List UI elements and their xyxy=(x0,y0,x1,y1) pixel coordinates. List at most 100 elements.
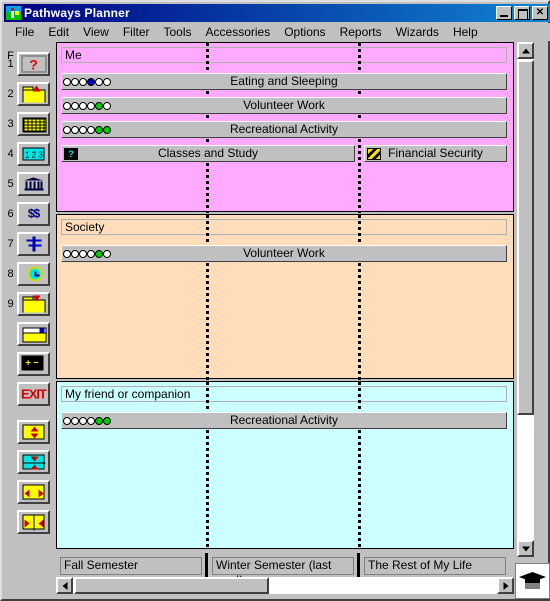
vertical-scrollbar[interactable] xyxy=(517,42,534,557)
expand-vertical-button[interactable] xyxy=(4,418,56,446)
band-title-me[interactable]: Me xyxy=(61,47,507,63)
menu-item-tools[interactable]: Tools xyxy=(157,24,199,40)
menu-item-reports[interactable]: Reports xyxy=(333,24,389,40)
dot xyxy=(103,77,111,86)
band-my-friend-or-companion: My friend or companion Recreational Acti… xyxy=(56,381,514,550)
filter-button[interactable]: 7 xyxy=(4,230,56,258)
menu-item-edit[interactable]: Edit xyxy=(41,24,76,40)
task-bar-label: Recreational Activity xyxy=(229,122,339,136)
contract-vertical-icon[interactable] xyxy=(17,450,50,474)
task-bar-volunteer-work[interactable]: Volunteer Work xyxy=(61,245,507,262)
clock-icon[interactable] xyxy=(17,262,50,286)
task-bar-label: Volunteer Work xyxy=(243,98,325,112)
toolbar-key-1: 1 xyxy=(7,58,14,70)
menu-item-accessories[interactable]: Accessories xyxy=(199,24,278,40)
progress-dots xyxy=(63,416,111,425)
application-window: Pathways Planner ✕ File Edit View Filter… xyxy=(0,0,550,601)
help-question-button[interactable]: 1 ? xyxy=(4,50,56,78)
exit-button[interactable]: EXIT xyxy=(4,380,56,408)
horizontal-scrollbar[interactable] xyxy=(56,577,514,594)
contract-vertical-button[interactable] xyxy=(4,448,56,476)
dot xyxy=(63,77,71,86)
numbered-list-icon[interactable]: 1 2 3 xyxy=(17,142,50,166)
column-header-winter-semester[interactable]: Winter Semester (last one!) xyxy=(212,557,354,587)
menu-item-options[interactable]: Options xyxy=(277,24,332,40)
folder-up-icon[interactable] xyxy=(17,82,50,106)
toolbar-key-2: 2 xyxy=(7,88,14,100)
minimize-button[interactable] xyxy=(496,6,512,20)
maximize-button[interactable] xyxy=(514,6,530,20)
toolbar-key-9: 9 xyxy=(7,298,14,310)
expand-vertical-icon[interactable] xyxy=(17,420,50,444)
schedule-button[interactable]: 8 xyxy=(4,260,56,288)
filter-icon[interactable] xyxy=(17,232,50,256)
band-me: Me Eating and Sleeping Volunteer Work Re… xyxy=(56,42,514,213)
task-bar-recreational-activity[interactable]: Recreational Activity xyxy=(61,121,507,138)
task-bar-recreational-activity[interactable]: Recreational Activity xyxy=(61,412,507,429)
menu-item-wizards[interactable]: Wizards xyxy=(389,24,446,40)
bank-button[interactable]: 5 xyxy=(4,170,56,198)
menu-item-file[interactable]: File xyxy=(8,24,41,40)
grid-table-icon[interactable] xyxy=(17,112,50,136)
graduation-cap-icon[interactable] xyxy=(515,563,550,599)
note-card-icon[interactable] xyxy=(17,322,50,346)
column-header-fall-semester[interactable]: Fall Semester xyxy=(60,557,202,575)
dot xyxy=(71,125,79,134)
calculator-icon[interactable]: + −× ÷ xyxy=(17,352,50,376)
question-badge-icon: ? xyxy=(64,147,78,160)
folder-down-icon[interactable] xyxy=(17,292,50,316)
chevron-left-icon xyxy=(62,581,67,590)
dot xyxy=(63,249,71,258)
scroll-down-button[interactable] xyxy=(517,540,534,557)
column-header-rest-of-my-life[interactable]: The Rest of My Life xyxy=(364,557,506,575)
money-transfer-button[interactable]: 6 $➜$ xyxy=(4,200,56,228)
table-view-button[interactable]: 3 xyxy=(4,110,56,138)
exit-icon[interactable]: EXIT xyxy=(17,382,50,406)
open-folder-button[interactable]: 2 xyxy=(4,80,56,108)
band-title-society[interactable]: Society xyxy=(61,219,507,235)
chevron-down-icon xyxy=(521,546,530,551)
dot xyxy=(95,125,103,134)
band-title-my-friend[interactable]: My friend or companion xyxy=(61,386,507,402)
dot xyxy=(103,125,111,134)
header-divider-2 xyxy=(357,553,360,577)
scroll-right-button[interactable] xyxy=(497,577,514,594)
expand-horizontal-icon[interactable] xyxy=(17,480,50,504)
contract-horizontal-button[interactable] xyxy=(4,508,56,536)
task-bar-classes-and-study[interactable]: ? Classes and Study xyxy=(61,145,355,162)
header-divider-1 xyxy=(205,553,208,577)
close-icon[interactable]: ✕ xyxy=(532,6,548,20)
menu-item-help[interactable]: Help xyxy=(446,24,485,40)
note-button[interactable] xyxy=(4,320,56,348)
calculator-button[interactable]: + −× ÷ xyxy=(4,350,56,378)
menu-item-view[interactable]: View xyxy=(76,24,116,40)
numbered-list-button[interactable]: 4 1 2 3 xyxy=(4,140,56,168)
column-divider-1 xyxy=(206,215,209,380)
scroll-left-button[interactable] xyxy=(56,577,73,594)
toolbar-key-8: 8 xyxy=(7,268,14,280)
scroll-up-button[interactable] xyxy=(517,42,534,59)
dot xyxy=(79,101,87,110)
dot xyxy=(87,416,95,425)
toolbar-key-4: 4 xyxy=(7,148,14,160)
window-title: Pathways Planner xyxy=(24,6,130,20)
money-transfer-icon[interactable]: $➜$ xyxy=(17,202,50,226)
question-mark-icon[interactable]: ? xyxy=(17,52,50,76)
progress-dots xyxy=(63,101,111,110)
task-bar-eating-and-sleeping[interactable]: Eating and Sleeping xyxy=(61,73,507,90)
dot xyxy=(79,416,87,425)
task-bar-financial-security[interactable]: Financial Security xyxy=(364,145,507,162)
menu-bar: File Edit View Filter Tools Accessories … xyxy=(4,23,550,41)
task-bar-volunteer-work[interactable]: Volunteer Work xyxy=(61,97,507,114)
toolbar-key-3: 3 xyxy=(7,118,14,130)
expand-horizontal-button[interactable] xyxy=(4,478,56,506)
dot xyxy=(95,101,103,110)
contract-horizontal-icon[interactable] xyxy=(17,510,50,534)
vertical-scroll-thumb[interactable] xyxy=(517,60,534,415)
menu-item-filter[interactable]: Filter xyxy=(116,24,157,40)
task-bar-label: Classes and Study xyxy=(157,146,259,160)
save-folder-button[interactable]: 9 xyxy=(4,290,56,318)
horizontal-scroll-thumb[interactable] xyxy=(74,577,269,594)
bank-building-icon[interactable] xyxy=(17,172,50,196)
dot xyxy=(87,101,95,110)
